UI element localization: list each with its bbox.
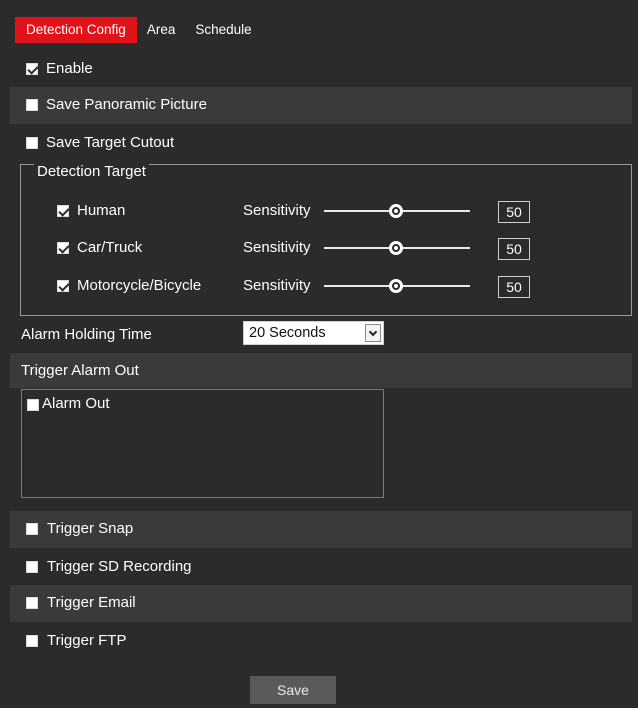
human-checkbox[interactable] bbox=[57, 205, 69, 217]
save-panoramic-checkbox[interactable] bbox=[26, 99, 38, 111]
trigger-ftp-checkbox[interactable] bbox=[26, 635, 38, 647]
tab-detection-config[interactable]: Detection Config bbox=[15, 17, 137, 43]
trigger-ftp-label: Trigger FTP bbox=[47, 632, 127, 649]
alarm-out-label: Alarm Out bbox=[42, 395, 110, 412]
save-target-cutout-label: Save Target Cutout bbox=[46, 134, 175, 151]
human-sensitivity-label: Sensitivity bbox=[243, 202, 311, 219]
trigger-email-row: Trigger Email bbox=[10, 585, 632, 622]
human-sensitivity-value[interactable]: 50 bbox=[498, 201, 530, 223]
alarm-holding-time-label: Alarm Holding Time bbox=[21, 326, 152, 343]
tab-bar: Detection Config Area Schedule bbox=[15, 17, 262, 43]
trigger-alarm-out-label: Trigger Alarm Out bbox=[21, 362, 139, 379]
car-truck-checkbox[interactable] bbox=[57, 242, 69, 254]
motorcycle-bicycle-checkbox[interactable] bbox=[57, 280, 69, 292]
save-target-cutout-checkbox[interactable] bbox=[26, 137, 38, 149]
save-panoramic-label: Save Panoramic Picture bbox=[46, 96, 207, 113]
car-truck-label: Car/Truck bbox=[77, 239, 143, 256]
enable-checkbox[interactable] bbox=[26, 63, 38, 75]
motorcycle-bicycle-slider-handle[interactable] bbox=[389, 279, 403, 293]
tab-schedule[interactable]: Schedule bbox=[185, 17, 261, 43]
human-slider-handle[interactable] bbox=[389, 204, 403, 218]
trigger-snap-row: Trigger Snap bbox=[10, 511, 632, 548]
alarm-holding-time-value: 20 Seconds bbox=[249, 325, 326, 341]
motorcycle-bicycle-sensitivity-value[interactable]: 50 bbox=[498, 276, 530, 298]
trigger-sd-recording-checkbox[interactable] bbox=[26, 561, 38, 573]
save-target-cutout-row: Save Target Cutout bbox=[10, 124, 632, 161]
trigger-snap-label: Trigger Snap bbox=[47, 520, 134, 537]
alarm-out-checkbox[interactable] bbox=[27, 399, 39, 411]
alarm-holding-time-select[interactable]: 20 Seconds bbox=[243, 321, 384, 345]
trigger-sd-recording-row: Trigger SD Recording bbox=[10, 548, 632, 585]
detection-target-legend: Detection Target bbox=[34, 163, 149, 180]
trigger-sd-recording-label: Trigger SD Recording bbox=[47, 558, 192, 575]
trigger-alarm-out-header: Trigger Alarm Out bbox=[10, 353, 632, 388]
trigger-snap-checkbox[interactable] bbox=[26, 523, 38, 535]
car-truck-sensitivity-value[interactable]: 50 bbox=[498, 238, 530, 260]
motorcycle-bicycle-sensitivity-label: Sensitivity bbox=[243, 277, 311, 294]
alarm-out-list: Alarm Out bbox=[21, 389, 384, 498]
tab-area[interactable]: Area bbox=[137, 17, 186, 43]
trigger-email-checkbox[interactable] bbox=[26, 597, 38, 609]
save-panoramic-row: Save Panoramic Picture bbox=[10, 87, 632, 124]
human-label: Human bbox=[77, 202, 126, 219]
trigger-ftp-row: Trigger FTP bbox=[10, 622, 632, 659]
save-button[interactable]: Save bbox=[250, 676, 336, 704]
trigger-email-label: Trigger Email bbox=[47, 594, 136, 611]
car-truck-slider-handle[interactable] bbox=[389, 241, 403, 255]
chevron-down-icon[interactable] bbox=[365, 324, 381, 342]
car-truck-sensitivity-label: Sensitivity bbox=[243, 239, 311, 256]
enable-label: Enable bbox=[46, 60, 93, 77]
enable-row: Enable bbox=[10, 51, 632, 88]
motorcycle-bicycle-label: Motorcycle/Bicycle bbox=[77, 277, 202, 294]
